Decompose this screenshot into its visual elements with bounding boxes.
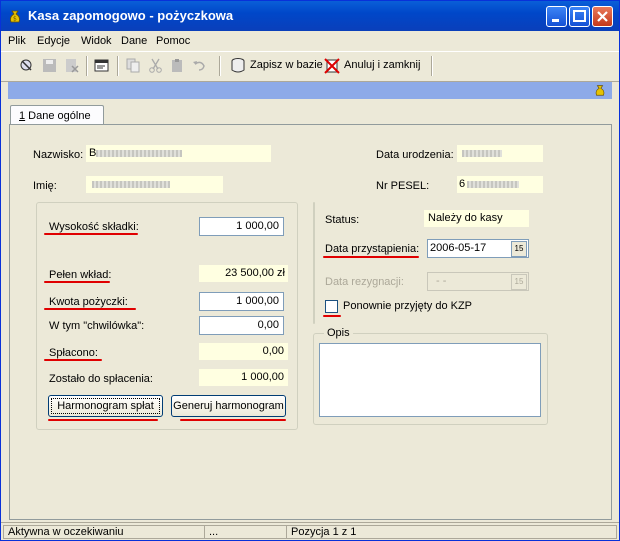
properties-icon[interactable] xyxy=(93,57,110,74)
join-date-label: Data przystąpienia: xyxy=(325,243,420,255)
temporary-loan-label: W tym "chwilówka": xyxy=(49,320,145,332)
resign-date-label: Data rezygnacji: xyxy=(325,276,404,288)
annotation-underline xyxy=(44,281,110,283)
annotation-underline xyxy=(48,419,158,421)
toolbar-separator xyxy=(431,56,433,76)
contribution-label: Wysokość składki: xyxy=(49,221,139,233)
remaining-label: Zostało do spłacenia: xyxy=(49,373,153,385)
toolbar: Zapisz w bazie Anuluj i zamknij xyxy=(1,51,619,82)
cut-icon[interactable] xyxy=(147,57,164,74)
birthdate-field xyxy=(457,145,543,162)
undo-icon[interactable] xyxy=(191,57,208,74)
surname-field: B xyxy=(86,145,271,162)
delete-record-icon[interactable] xyxy=(63,57,80,74)
calendar-icon[interactable]: 15 xyxy=(511,241,527,257)
database-save-icon xyxy=(231,58,245,73)
firstname-field xyxy=(86,176,223,193)
close-button[interactable] xyxy=(592,6,613,27)
status-position: Pozycja 1 z 1 xyxy=(286,525,617,539)
generate-schedule-button[interactable]: Generuj harmonogram xyxy=(171,395,286,417)
pesel-label: Nr PESEL: xyxy=(376,180,430,192)
minimize-button[interactable] xyxy=(546,6,567,27)
repaid-value: 0,00 xyxy=(199,343,288,360)
title-bar[interactable]: $ Kasa zapomogowo - pożyczkowa xyxy=(1,1,619,31)
annotation-underline xyxy=(44,359,102,361)
remaining-value: 1 000,00 xyxy=(199,369,288,386)
toolbar-separator xyxy=(117,56,119,76)
find-icon[interactable] xyxy=(19,57,36,74)
temporary-loan-input[interactable]: 0,00 xyxy=(199,316,284,335)
cancel-close-button[interactable]: Anuluj i zamknij xyxy=(324,56,424,76)
firstname-label: Imię: xyxy=(33,180,57,192)
menu-plik[interactable]: Plik xyxy=(8,35,26,47)
pesel-field: 6 xyxy=(457,176,543,193)
toolbar-separator xyxy=(86,56,88,76)
contribution-input[interactable]: 1 000,00 xyxy=(199,217,284,236)
redacted-text xyxy=(467,181,519,188)
schedule-button[interactable]: Harmonogram spłat xyxy=(48,395,163,417)
full-deposit-value: 23 500,00 zł xyxy=(199,265,288,282)
loan-amount-input[interactable]: 1 000,00 xyxy=(199,292,284,311)
status-label: Status: xyxy=(325,214,360,226)
full-deposit-label: Pełen wkład: xyxy=(49,269,112,281)
save-button-label: Zapisz w bazie xyxy=(250,59,323,71)
maximize-icon xyxy=(573,10,586,22)
status-middle: ... xyxy=(204,525,287,539)
membership-group xyxy=(313,202,315,324)
status-state: Aktywna w oczekiwaniu xyxy=(3,525,205,539)
money-bag-icon: $ xyxy=(10,10,20,23)
rejoined-label: Ponownie przyjęty do KZP xyxy=(343,300,473,312)
menu-widok[interactable]: Widok xyxy=(81,35,112,47)
resign-date-input: - - 15 xyxy=(427,272,529,291)
calendar-icon: 15 xyxy=(511,274,527,290)
toolbar-separator xyxy=(219,56,221,76)
surname-label: Nazwisko: xyxy=(33,149,84,161)
menu-dane[interactable]: Dane xyxy=(121,35,147,47)
info-bar xyxy=(8,82,612,99)
save-button[interactable]: Zapisz w bazie xyxy=(230,56,323,76)
save-disk-icon[interactable] xyxy=(41,57,58,74)
window-title: Kasa zapomogowo - pożyczkowa xyxy=(28,8,234,23)
status-field: Należy do kasy xyxy=(424,210,529,227)
minimize-icon xyxy=(552,19,559,22)
app-window: $ Kasa zapomogowo - pożyczkowa Plik Edyc… xyxy=(0,0,620,541)
notes-label: Opis xyxy=(324,327,353,339)
redacted-text xyxy=(462,150,502,157)
tab-dane-ogolne[interactable]: 1 Dane ogólne xyxy=(10,105,104,126)
annotation-underline xyxy=(323,256,419,258)
svg-text:$: $ xyxy=(13,16,17,23)
join-date-input[interactable]: 2006-05-17 15 xyxy=(427,239,529,258)
status-bar: Aktywna w oczekiwaniu ... Pozycja 1 z 1 xyxy=(1,522,619,541)
details-panel: Nazwisko: B Imię: Data urodzenia: Nr PES… xyxy=(9,124,612,520)
menu-edycje[interactable]: Edycje xyxy=(37,35,70,47)
money-bag-icon xyxy=(595,85,605,96)
birthdate-label: Data urodzenia: xyxy=(376,149,454,161)
paste-icon[interactable] xyxy=(169,57,186,74)
maximize-button[interactable] xyxy=(569,6,590,27)
redacted-text xyxy=(92,181,170,188)
notes-textarea[interactable] xyxy=(319,343,541,417)
redacted-text xyxy=(96,150,182,157)
repaid-label: Spłacono: xyxy=(49,347,98,359)
annotation-underline xyxy=(323,315,341,317)
copy-icon[interactable] xyxy=(125,57,142,74)
menu-bar: Plik Edycje Widok Dane Pomoc xyxy=(1,31,619,51)
menu-pomoc[interactable]: Pomoc xyxy=(156,35,190,47)
annotation-underline xyxy=(44,308,136,310)
annotation-underline xyxy=(44,233,138,235)
rejoined-checkbox[interactable] xyxy=(325,300,338,313)
close-icon xyxy=(597,11,608,22)
tab-label: 1 Dane ogólne xyxy=(19,110,91,122)
annotation-underline xyxy=(180,419,286,421)
cancel-x-icon xyxy=(324,58,340,74)
loan-amount-label: Kwota pożyczki: xyxy=(49,296,128,308)
cancel-button-label: Anuluj i zamknij xyxy=(344,59,421,71)
